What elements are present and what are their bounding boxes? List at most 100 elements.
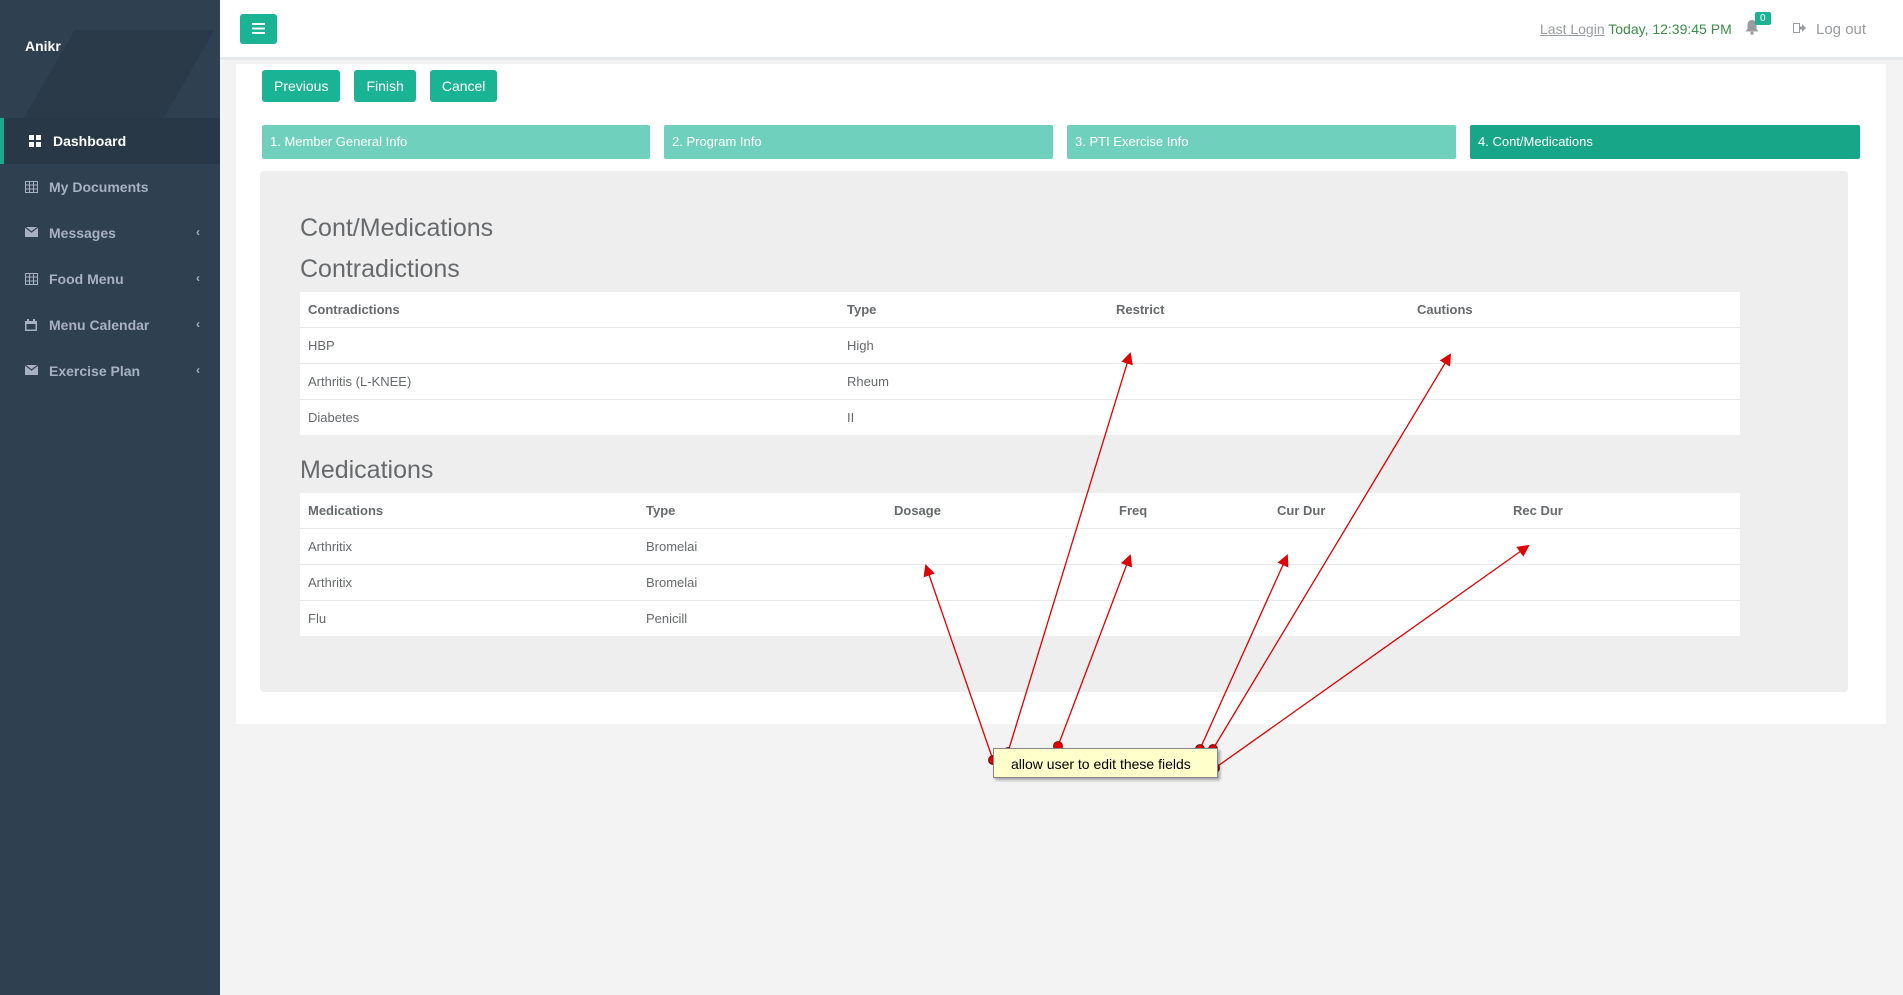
dosage-cell[interactable] [886, 528, 1111, 565]
type-cell: High [839, 327, 1108, 364]
envelope-icon [25, 365, 39, 377]
cautions-cell[interactable] [1409, 399, 1740, 435]
rec-dur-cell[interactable] [1505, 528, 1740, 565]
freq-cell[interactable] [1111, 528, 1269, 565]
logout-label: Log out [1816, 21, 1867, 38]
last-login-label[interactable]: Last Login [1540, 21, 1605, 37]
step-program-info[interactable]: 2. Program Info [664, 125, 1053, 159]
sidebar-item-dashboard[interactable]: Dashboard [0, 118, 220, 164]
table-header-row: Contradictions Type Restrict Cautions [300, 292, 1740, 328]
sidebar-item-label: Food Menu [49, 271, 124, 287]
type-cell: II [839, 399, 1108, 435]
column-header: Type [646, 503, 676, 518]
sidebar-item-menu-calendar[interactable]: Menu Calendar ‹ [0, 302, 220, 348]
table-row: Diabetes II [300, 399, 1740, 435]
column-header: Medications [308, 503, 384, 518]
sign-out-icon [1793, 21, 1806, 38]
chevron-left-icon: ‹ [196, 225, 200, 239]
cur-dur-cell[interactable] [1269, 600, 1505, 636]
cur-dur-cell[interactable] [1269, 528, 1505, 565]
medications-table: Medications Type Dosage Freq Cur Dur Rec… [300, 493, 1740, 636]
contradictions-table: Contradictions Type Restrict Cautions HB… [300, 292, 1740, 435]
contradiction-cell: HBP [300, 327, 839, 364]
freq-cell[interactable] [1111, 564, 1269, 601]
sidebar: Anikr Dashboard My Documents Messages ‹ [0, 0, 220, 995]
cautions-cell[interactable] [1409, 363, 1740, 400]
table-row: Arthritix Bromelai [300, 528, 1740, 565]
rec-dur-cell[interactable] [1505, 564, 1740, 601]
medication-cell: Arthritix [300, 564, 638, 601]
dashboard-icon [29, 135, 43, 147]
step-content: Cont/Medications Contradictions Contradi… [260, 171, 1848, 692]
contradictions-title: Contradictions [300, 255, 460, 283]
column-header: Dosage [894, 503, 941, 518]
page-title: Cont/Medications [300, 214, 494, 242]
column-header: Rec Dur [1513, 503, 1563, 518]
restrict-cell[interactable] [1108, 363, 1409, 400]
contradiction-cell: Diabetes [300, 399, 839, 435]
chevron-left-icon: ‹ [196, 271, 200, 285]
medication-cell: Arthritix [300, 528, 638, 565]
freq-cell[interactable] [1111, 600, 1269, 636]
type-cell: Bromelai [638, 528, 886, 565]
annotation-note: allow user to edit these fields [993, 748, 1218, 778]
cautions-cell[interactable] [1409, 327, 1740, 364]
dosage-cell[interactable] [886, 564, 1111, 601]
calendar-icon [25, 319, 39, 331]
rec-dur-cell[interactable] [1505, 600, 1740, 636]
medication-cell: Flu [300, 600, 638, 636]
column-header: Type [847, 302, 877, 317]
sidebar-item-label: Dashboard [53, 133, 127, 149]
column-header: Cur Dur [1277, 503, 1326, 518]
table-row: Arthritis (L-KNEE) Rheum [300, 363, 1740, 400]
previous-button[interactable]: Previous [262, 70, 341, 102]
sidebar-nav: Dashboard My Documents Messages ‹ Food M… [0, 118, 220, 394]
sidebar-item-my-documents[interactable]: My Documents [0, 164, 220, 210]
restrict-cell[interactable] [1108, 399, 1409, 435]
table-header-row: Medications Type Dosage Freq Cur Dur Rec… [300, 493, 1740, 529]
chevron-left-icon: ‹ [196, 363, 200, 377]
type-cell: Rheum [839, 363, 1108, 400]
column-header: Restrict [1116, 302, 1165, 317]
type-cell: Penicill [638, 600, 886, 636]
wizard-steps: 1. Member General Info 2. Program Info 3… [262, 125, 1862, 159]
top-navbar: Last Login Today, 12:39:45 PM 0 Log out [220, 0, 1903, 60]
last-login-time: Today, 12:39:45 PM [1608, 21, 1732, 37]
finish-button[interactable]: Finish [354, 70, 416, 102]
table-row: Arthritix Bromelai [300, 564, 1740, 601]
step-member-general-info[interactable]: 1. Member General Info [262, 125, 650, 159]
profile-header: Anikr [0, 0, 220, 118]
sidebar-item-food-menu[interactable]: Food Menu ‹ [0, 256, 220, 302]
hamburger-icon [252, 22, 265, 37]
logout-link[interactable]: Log out [1793, 21, 1866, 38]
step-pti-exercise-info[interactable]: 3. PTI Exercise Info [1067, 125, 1456, 159]
sidebar-item-label: Menu Calendar [49, 317, 150, 333]
contradiction-cell: Arthritis (L-KNEE) [300, 363, 839, 400]
wizard-actions: Previous Finish Cancel [262, 70, 498, 102]
column-header: Cautions [1417, 302, 1473, 317]
wizard-panel: Previous Finish Cancel 1. Member General… [236, 64, 1886, 724]
medications-title: Medications [300, 456, 434, 484]
table-row: Flu Penicill [300, 600, 1740, 636]
column-header: Freq [1119, 503, 1148, 518]
table-icon [25, 181, 39, 193]
dosage-cell[interactable] [886, 600, 1111, 636]
table-row: HBP High [300, 327, 1740, 364]
sidebar-item-label: Exercise Plan [49, 363, 141, 379]
user-name[interactable]: Anikr [25, 38, 61, 54]
restrict-cell[interactable] [1108, 327, 1409, 364]
sidebar-item-messages[interactable]: Messages ‹ [0, 210, 220, 256]
sidebar-item-label: Messages [49, 225, 116, 241]
notification-count-badge: 0 [1755, 12, 1771, 25]
sidebar-item-label: My Documents [49, 179, 149, 195]
sidebar-item-exercise-plan[interactable]: Exercise Plan ‹ [0, 348, 220, 394]
cur-dur-cell[interactable] [1269, 564, 1505, 601]
envelope-icon [25, 227, 39, 239]
column-header: Contradictions [308, 302, 400, 317]
step-cont-medications[interactable]: 4. Cont/Medications [1470, 125, 1860, 159]
chevron-left-icon: ‹ [196, 317, 200, 331]
cancel-button[interactable]: Cancel [429, 70, 498, 102]
last-login-info: Last Login Today, 12:39:45 PM [1540, 21, 1732, 37]
menu-toggle-button[interactable] [240, 14, 277, 44]
type-cell: Bromelai [638, 564, 886, 601]
